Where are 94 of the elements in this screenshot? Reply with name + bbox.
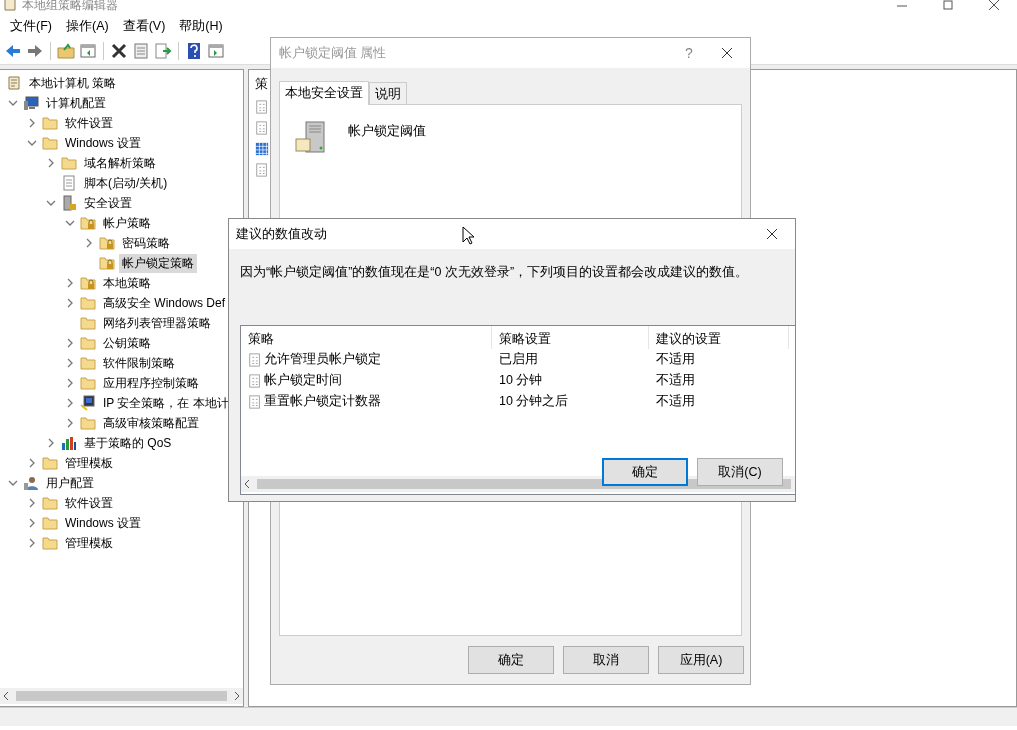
close-button[interactable] [766, 228, 778, 240]
menu-item[interactable]: 操作(A) [58, 17, 116, 35]
export-list-icon[interactable] [154, 42, 172, 60]
menu-item[interactable]: 查看(V) [115, 17, 173, 35]
folder-icon [42, 135, 58, 151]
dialog-title: 帐户锁定阈值 属性 [279, 44, 387, 62]
locked-folder-icon [80, 215, 96, 231]
help-icon[interactable] [185, 42, 203, 60]
tree-item[interactable]: 本地策略 [100, 273, 154, 293]
tree-item[interactable]: 脚本(启动/关机) [81, 173, 171, 193]
folder-up-icon[interactable] [57, 42, 75, 60]
folder-icon [80, 335, 96, 351]
tree-item[interactable]: 应用程序控制策略 [100, 373, 202, 393]
folder-icon [61, 155, 77, 171]
folder-icon [42, 515, 58, 531]
tree-item[interactable]: 密码策略 [119, 233, 173, 253]
tree-item[interactable]: 管理模板 [62, 453, 116, 473]
table-cell-text: 已启用 [498, 351, 539, 368]
folder-icon [80, 355, 96, 371]
menu-item[interactable]: 文件(F) [3, 17, 59, 35]
server-icon [294, 121, 328, 155]
tree-item[interactable]: 帐户策略 [100, 213, 154, 233]
computer-icon [23, 95, 39, 111]
tree-item[interactable]: 高级审核策略配置 [100, 413, 202, 433]
column-header[interactable]: 策略设置 [492, 326, 649, 349]
tree-item[interactable]: 计算机配置 [43, 93, 109, 113]
tree-item[interactable]: 软件限制策略 [100, 353, 178, 373]
table-cell-text: 不适用 [655, 372, 696, 389]
server-lock-icon [61, 195, 77, 211]
scroll-icon [6, 75, 22, 91]
action-pane-icon[interactable] [207, 42, 225, 60]
menu-item[interactable]: 帮助(H) [172, 17, 230, 35]
tree-item[interactable]: 基于策略的 QoS [81, 433, 175, 453]
tree-item[interactable]: 软件设置 [62, 113, 116, 133]
tree-item[interactable]: 管理模板 [62, 533, 116, 553]
tree-item[interactable]: 用户配置 [43, 473, 97, 493]
tree-item[interactable]: 域名解析策略 [81, 153, 159, 173]
table-cell-text: 10 分钟 [498, 372, 544, 389]
tab[interactable]: 本地安全设置 [279, 81, 369, 105]
forward-arrow-icon[interactable] [26, 42, 44, 60]
script-icon [61, 175, 77, 191]
user-icon [23, 475, 39, 491]
tree-item[interactable]: 网络列表管理器策略 [100, 313, 214, 333]
tree-item[interactable]: 本地计算机 策略 [26, 73, 120, 93]
table-cell-text: 不适用 [655, 351, 696, 368]
folder-icon [42, 495, 58, 511]
mouse-pointer-icon [462, 226, 476, 246]
computer-key-icon [80, 395, 96, 411]
dialog-button[interactable]: 取消(C) [697, 458, 783, 486]
back-arrow-icon[interactable] [4, 42, 22, 60]
column-header[interactable]: 策略 [241, 326, 492, 349]
help-button[interactable]: ? [674, 44, 704, 62]
policy-icon [248, 394, 262, 409]
column-header[interactable]: 建议的设置 [649, 326, 789, 349]
tree-item[interactable]: 软件设置 [62, 493, 116, 513]
dialog-button[interactable]: 确定 [602, 458, 688, 486]
folder-icon [80, 375, 96, 391]
policy-icon [248, 373, 262, 388]
horizontal-scrollbar[interactable] [0, 688, 243, 704]
folder-icon [80, 315, 96, 331]
tree-item[interactable]: IP 安全策略，在 本地计 [100, 393, 232, 413]
locked-folder-icon [80, 275, 96, 291]
dialog-button[interactable]: 应用(A) [658, 646, 744, 674]
locked-folder-icon [99, 255, 115, 271]
table-cell: 重置帐户锁定计数器 [264, 393, 381, 410]
tree-item[interactable]: 帐户锁定策略 [119, 253, 197, 273]
dialog-button[interactable]: 确定 [468, 646, 554, 674]
tree-item[interactable]: 高级安全 Windows Def [100, 293, 229, 313]
show-pane-icon[interactable] [79, 42, 97, 60]
dialog-title: 建议的数值改动 [236, 225, 327, 243]
table-cell: 允许管理员帐户锁定 [264, 351, 381, 368]
setting-name: 帐户锁定阈值 [348, 123, 426, 140]
tree-item[interactable]: 安全设置 [81, 193, 135, 213]
delete-icon[interactable] [110, 42, 128, 60]
scroll-icon [4, 0, 16, 11]
table-cell: 帐户锁定时间 [264, 372, 342, 389]
folder-icon [80, 295, 96, 311]
column-header[interactable]: 策 [255, 76, 269, 96]
bar-graph-icon [61, 435, 77, 451]
close-button[interactable] [721, 47, 733, 59]
folder-icon [42, 115, 58, 131]
folder-icon [42, 535, 58, 551]
tab[interactable]: 说明 [369, 82, 407, 104]
table-cell-text: 10 分钟之后 [498, 393, 570, 410]
locked-folder-icon [99, 235, 115, 251]
tree-item[interactable]: Windows 设置 [62, 513, 144, 533]
folder-icon [80, 415, 96, 431]
message-text: 因为“帐户锁定阈值”的数值现在是“0 次无效登录”，下列项目的设置都会改成建议的数值。 [239, 264, 750, 281]
tree-item[interactable]: Windows 设置 [62, 133, 144, 153]
folder-icon [42, 455, 58, 471]
table-cell-text: 不适用 [655, 393, 696, 410]
policy-icon [248, 352, 262, 367]
dialog-button[interactable]: 取消 [563, 646, 649, 674]
tree-item[interactable]: 公钥策略 [100, 333, 154, 353]
